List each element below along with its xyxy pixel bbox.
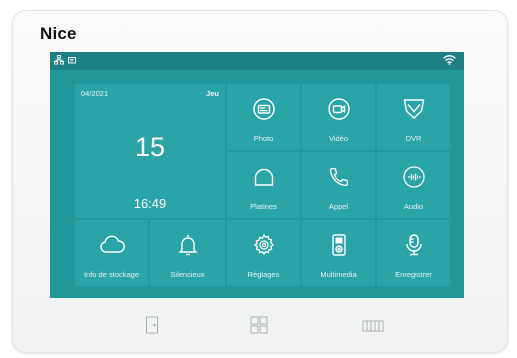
gear-icon xyxy=(252,230,276,260)
clock-date: 04/2021 xyxy=(81,89,109,98)
tile-label: Info de stockage xyxy=(83,270,140,279)
tile-silencieux[interactable]: Silencieux xyxy=(150,220,225,286)
clock-widget: 04/2021 Jeu 15 16:49 xyxy=(75,84,225,218)
tile-video[interactable]: Vidéo xyxy=(302,84,375,150)
tile-platines[interactable]: Platines xyxy=(227,152,300,218)
tile-label: Appel xyxy=(328,202,349,211)
tile-label: Audio xyxy=(403,202,424,211)
status-bar xyxy=(50,52,464,70)
clock-time: 16:49 xyxy=(133,196,167,211)
tile-label: Enregistrer xyxy=(395,270,432,279)
microphone-icon xyxy=(402,230,426,260)
photo-icon xyxy=(252,94,276,124)
door-icon[interactable] xyxy=(145,316,159,339)
network-icon xyxy=(54,55,64,65)
tile-dvr[interactable]: DVR xyxy=(377,84,450,150)
tile-label: DVR xyxy=(405,134,422,143)
bell-icon xyxy=(176,230,200,260)
bell-outline-icon xyxy=(252,162,276,192)
tile-photo[interactable]: Photo xyxy=(227,84,300,150)
video-icon xyxy=(327,94,351,124)
tile-label: Photo xyxy=(253,134,274,143)
home-grid-icon[interactable] xyxy=(250,316,268,339)
phone-icon xyxy=(327,162,351,192)
tile-multimedia[interactable]: Multimedia xyxy=(302,220,375,286)
clock-weekday: Jeu xyxy=(206,89,219,98)
hardware-buttons xyxy=(0,316,517,334)
clock-day-number: 15 xyxy=(134,132,166,162)
gate-icon[interactable] xyxy=(362,319,384,337)
cloud-icon xyxy=(99,230,125,260)
brand-logo: Nice xyxy=(40,24,77,43)
tile-appel[interactable]: Appel xyxy=(302,152,375,218)
tile-label: Vidéo xyxy=(328,134,349,143)
tile-enregistrer[interactable]: Enregistrer xyxy=(377,220,450,286)
audio-wave-icon xyxy=(402,162,426,192)
wifi-icon xyxy=(443,54,456,65)
tile-label: Multimedia xyxy=(320,270,357,279)
media-player-icon xyxy=(327,230,351,260)
tile-info-stockage[interactable]: Info de stockage xyxy=(75,220,148,286)
tile-label: Platines xyxy=(250,202,277,211)
shield-icon xyxy=(402,94,426,124)
tile-label: Réglages xyxy=(247,270,280,279)
tile-label: Silencieux xyxy=(170,270,205,279)
message-icon xyxy=(68,56,76,64)
touch-screen: 04/2021 Jeu 15 16:49 Photo Vidéo DVR Pla… xyxy=(50,52,464,298)
tile-audio[interactable]: Audio xyxy=(377,152,450,218)
tile-reglages[interactable]: Réglages xyxy=(227,220,300,286)
